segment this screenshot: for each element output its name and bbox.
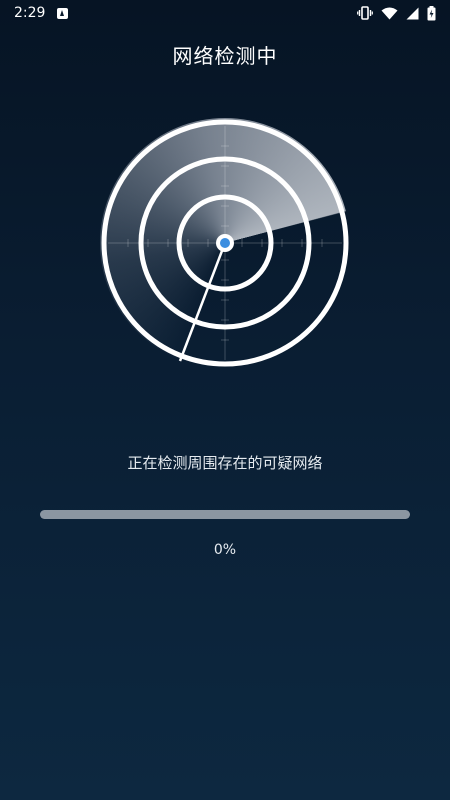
radar-sweep-line [178, 242, 227, 362]
status-left: 2:29 [14, 5, 69, 21]
scan-progress-percent: 0% [213, 542, 237, 558]
page-title: 网络检测中 [172, 44, 278, 68]
radar-scanner [100, 118, 350, 368]
status-right [357, 5, 436, 21]
radar-center-dot [220, 238, 230, 248]
cell-signal-icon [406, 7, 419, 19]
scan-status-text: 正在检测周围存在的可疑网络 [127, 454, 323, 472]
battery-icon [427, 5, 436, 20]
status-time: 2:29 [14, 5, 46, 21]
vibrate-icon [357, 6, 373, 20]
scan-progress-bar [40, 510, 410, 519]
app-notice-icon [57, 7, 69, 19]
status-bar: 2:29 [0, 0, 450, 26]
radar-graphic [101, 119, 349, 367]
wifi-icon [381, 7, 398, 19]
